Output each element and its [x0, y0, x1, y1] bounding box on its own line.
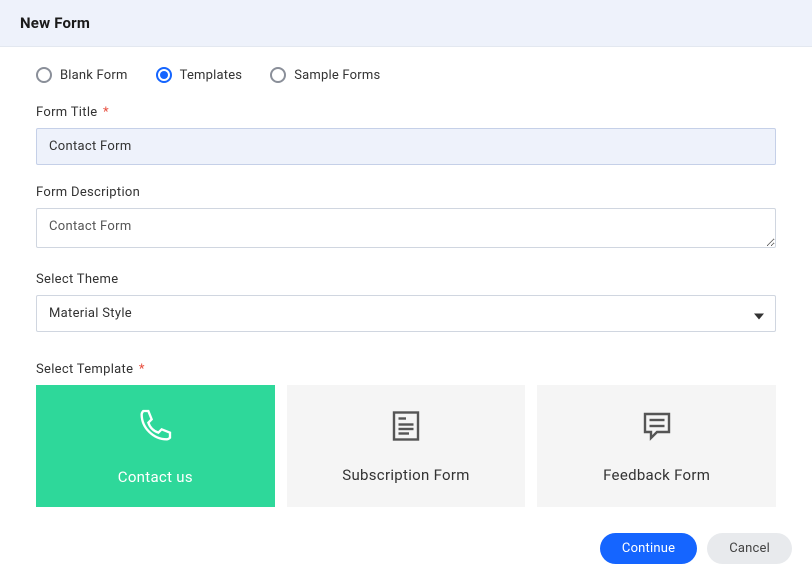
phone-icon — [135, 406, 175, 450]
dialog-title: New Form — [20, 14, 792, 32]
select-template-field: Select Template * Contact us — [36, 362, 776, 507]
template-card-subscription-form[interactable]: Subscription Form — [287, 385, 526, 507]
form-description-label: Form Description — [36, 185, 776, 200]
document-icon — [388, 408, 424, 448]
dialog-header: New Form — [0, 0, 812, 47]
radio-templates[interactable]: Templates — [156, 67, 243, 83]
required-mark: * — [103, 105, 109, 120]
form-title-field: Form Title * — [36, 105, 776, 165]
radio-label: Templates — [180, 68, 243, 83]
template-card-label: Feedback Form — [603, 466, 710, 484]
radio-icon — [156, 67, 172, 83]
template-card-label: Subscription Form — [342, 466, 470, 484]
form-title-label: Form Title * — [36, 105, 776, 120]
select-theme-wrapper: Material Style — [36, 295, 776, 332]
dialog-content: Blank Form Templates Sample Forms Form T… — [0, 47, 812, 523]
form-type-radio-group: Blank Form Templates Sample Forms — [36, 67, 776, 83]
select-template-label: Select Template * — [36, 362, 776, 377]
label-text: Form Title — [36, 105, 97, 120]
radio-label: Sample Forms — [294, 68, 380, 83]
cancel-button[interactable]: Cancel — [707, 533, 792, 564]
chat-icon — [639, 408, 675, 448]
radio-blank-form[interactable]: Blank Form — [36, 67, 128, 83]
template-grid: Contact us Subscription Form — [36, 385, 776, 507]
radio-sample-forms[interactable]: Sample Forms — [270, 67, 380, 83]
template-card-feedback-form[interactable]: Feedback Form — [537, 385, 776, 507]
radio-label: Blank Form — [60, 68, 128, 83]
required-mark: * — [139, 362, 145, 377]
dialog-footer: Continue Cancel — [0, 533, 812, 564]
form-title-input[interactable] — [36, 128, 776, 165]
template-card-label: Contact us — [118, 468, 193, 486]
label-text: Select Template — [36, 362, 133, 377]
select-theme-label: Select Theme — [36, 272, 776, 287]
form-description-field: Form Description — [36, 185, 776, 252]
radio-icon — [36, 67, 52, 83]
continue-button[interactable]: Continue — [600, 533, 697, 564]
select-theme-field: Select Theme Material Style — [36, 272, 776, 332]
form-description-input[interactable] — [36, 208, 776, 248]
radio-icon — [270, 67, 286, 83]
select-theme-input[interactable]: Material Style — [36, 295, 776, 332]
template-card-contact-us[interactable]: Contact us — [36, 385, 275, 507]
